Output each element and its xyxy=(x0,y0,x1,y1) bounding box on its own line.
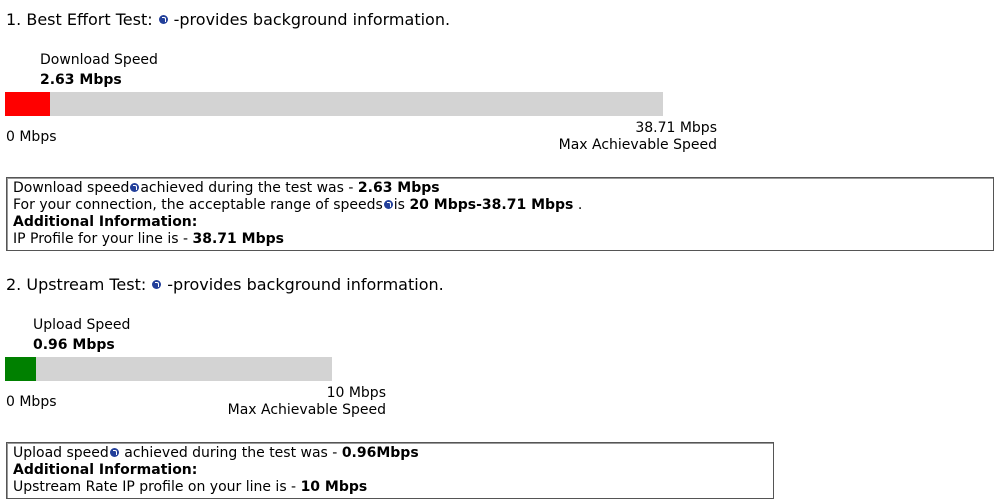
upload-speed-bar xyxy=(5,357,332,381)
best-effort-heading: 1. Best Effort Test: -provides background… xyxy=(6,10,450,29)
download-speed-value: 2.63 Mbps xyxy=(40,72,122,88)
upload-info-line-1-prefix: Upload speed xyxy=(13,445,109,461)
upstream-heading-suffix: -provides background information. xyxy=(167,275,444,294)
download-info-line-1-mid: achieved during the test was - xyxy=(140,180,358,196)
download-additional-heading: Additional Information: xyxy=(13,214,198,230)
upload-info-line-1: Upload speed achieved during the test wa… xyxy=(13,445,767,462)
download-info-line-3-prefix: IP Profile for your line is - xyxy=(13,231,193,247)
download-max-caption: Max Achievable Speed xyxy=(558,137,717,153)
best-effort-heading-suffix: -provides background information. xyxy=(173,10,451,29)
upload-min-label: 0 Mbps xyxy=(6,394,57,410)
upload-speed-value: 0.96 Mbps xyxy=(33,337,115,353)
upload-info-line-1-value: 0.96Mbps xyxy=(341,445,419,461)
download-info-box: Download speed achieved during the test w… xyxy=(6,177,994,251)
upload-max-value: 10 Mbps xyxy=(326,385,386,401)
download-info-line-1: Download speed achieved during the test w… xyxy=(13,180,987,197)
upload-max-caption: Max Achievable Speed xyxy=(227,402,386,418)
upload-info-line-1-mid: achieved during the test was - xyxy=(119,445,342,461)
question-mark-icon[interactable] xyxy=(109,447,119,457)
download-info-line-2-mid: is xyxy=(393,197,410,213)
upload-info-line-3: Upstream Rate IP profile on your line is… xyxy=(13,479,767,496)
download-info-line-2: For your connection, the acceptable rang… xyxy=(13,197,987,214)
download-speed-bar xyxy=(5,92,663,116)
upload-speed-bar-fill xyxy=(5,357,37,381)
upload-additional-heading: Additional Information: xyxy=(13,462,198,478)
upload-speed-label: Upload Speed xyxy=(33,317,131,333)
question-mark-icon[interactable] xyxy=(130,182,140,192)
download-info-line-2-suffix: . xyxy=(573,197,583,213)
download-speed-label: Download Speed xyxy=(40,52,158,68)
upload-info-line-3-value: 10 Mbps xyxy=(300,479,368,495)
upstream-heading-text: 2. Upstream Test: xyxy=(6,275,147,294)
best-effort-heading-text: 1. Best Effort Test: xyxy=(6,10,153,29)
download-info-line-3: IP Profile for your line is - 38.71 Mbps xyxy=(13,231,987,248)
download-info-line-1-value: 2.63 Mbps xyxy=(357,180,440,196)
download-max-value: 38.71 Mbps xyxy=(635,120,717,136)
question-mark-icon[interactable] xyxy=(158,15,168,24)
question-mark-icon[interactable] xyxy=(152,280,162,289)
download-info-line-2-prefix: For your connection, the acceptable rang… xyxy=(13,197,383,213)
download-min-label: 0 Mbps xyxy=(6,129,57,145)
question-mark-icon[interactable] xyxy=(383,199,393,209)
upload-info-line-3-prefix: Upstream Rate IP profile on your line is… xyxy=(13,479,301,495)
upload-info-box: Upload speed achieved during the test wa… xyxy=(6,442,774,499)
download-info-line-3-value: 38.71 Mbps xyxy=(192,231,284,247)
download-info-line-1-prefix: Download speed xyxy=(13,180,130,196)
download-speed-bar-fill xyxy=(5,92,50,116)
upstream-heading: 2. Upstream Test: -provides background in… xyxy=(6,275,444,294)
download-info-line-2-value: 20 Mbps-38.71 Mbps xyxy=(409,197,574,213)
